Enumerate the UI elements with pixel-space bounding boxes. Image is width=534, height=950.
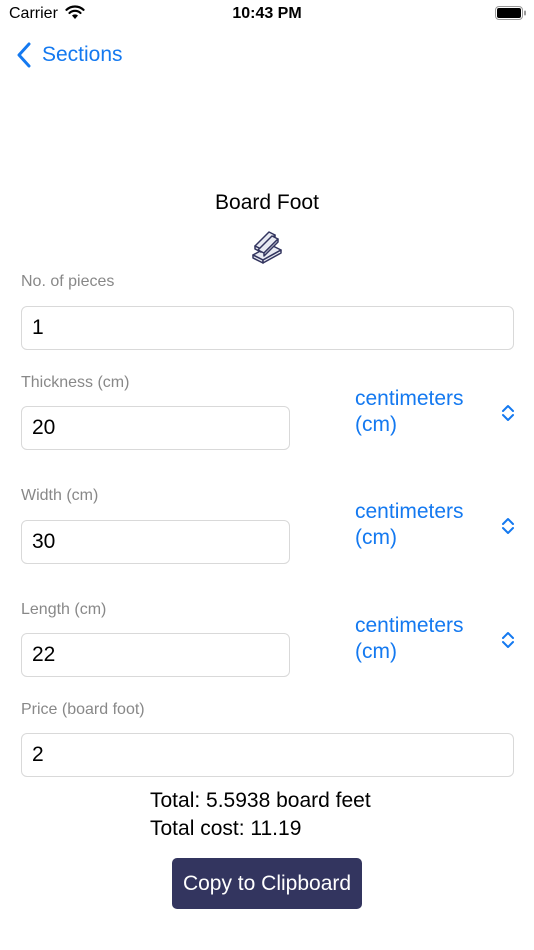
total-board-feet: Total: 5.5938 board feet <box>150 789 371 812</box>
thickness-value: 20 <box>32 416 56 439</box>
length-unit-picker[interactable]: centimeters (cm) <box>355 613 520 669</box>
clock: 10:43 PM <box>232 5 302 22</box>
pieces-label: No. of pieces <box>21 273 115 290</box>
thickness-unit-picker[interactable]: centimeters (cm) <box>355 386 520 442</box>
status-bar: Carrier 10:43 PM <box>0 0 534 30</box>
price-input[interactable]: 2 <box>21 733 514 777</box>
board-foot-screen: Carrier 10:43 PM Sections Board Foot No.… <box>0 0 534 950</box>
thickness-input[interactable]: 20 <box>21 406 290 450</box>
width-input[interactable]: 30 <box>21 520 290 564</box>
chevron-up-down-icon <box>502 632 514 648</box>
chevron-left-icon <box>17 42 31 68</box>
chevron-up-down-icon <box>502 405 514 421</box>
price-value: 2 <box>32 743 44 766</box>
back-button[interactable]: Sections <box>16 40 123 70</box>
length-unit-label: centimeters (cm) <box>355 614 464 663</box>
width-label: Width (cm) <box>21 487 99 504</box>
length-label: Length (cm) <box>21 601 107 618</box>
thickness-label: Thickness (cm) <box>21 374 130 391</box>
pieces-value: 1 <box>32 316 44 339</box>
chevron-up-down-icon <box>502 518 514 534</box>
copy-button-label: Copy to Clipboard <box>182 871 352 895</box>
length-value: 22 <box>32 643 56 666</box>
length-input[interactable]: 22 <box>21 633 290 677</box>
price-label: Price (board foot) <box>21 701 145 718</box>
boards-icon <box>252 231 282 264</box>
thickness-unit-label: centimeters (cm) <box>355 387 464 436</box>
back-button-label: Sections <box>42 43 123 66</box>
width-value: 30 <box>32 530 56 553</box>
width-unit-label: centimeters (cm) <box>355 500 464 549</box>
copy-to-clipboard-button[interactable]: Copy to Clipboard <box>172 858 362 909</box>
total-cost: Total cost: 11.19 <box>150 817 302 840</box>
width-unit-picker[interactable]: centimeters (cm) <box>355 499 520 555</box>
page-title: Board Foot <box>215 191 319 214</box>
battery-icon <box>495 6 526 20</box>
pieces-input[interactable]: 1 <box>21 306 514 350</box>
